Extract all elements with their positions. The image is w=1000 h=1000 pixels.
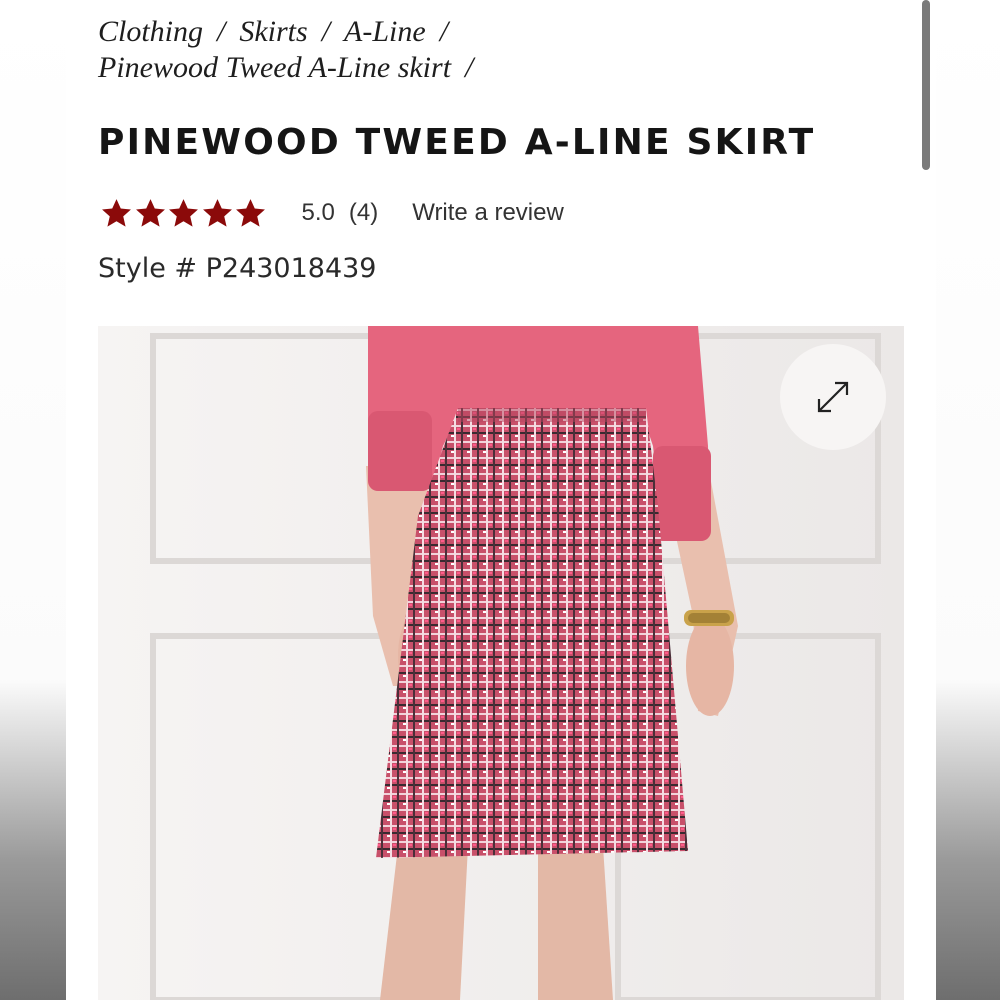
style-number: Style # P243018439: [98, 253, 377, 284]
breadcrumb-separator: /: [439, 15, 449, 48]
write-review-link[interactable]: Write a review: [412, 199, 564, 227]
star-icon: [169, 198, 198, 227]
star-icon: [102, 198, 131, 227]
breadcrumb-separator: /: [465, 51, 474, 84]
breadcrumb-line-1: Clothing / Skirts / A-Line /: [98, 14, 898, 50]
product-title: PINEWOOD TWEED A-LINE SKIRT: [98, 122, 816, 163]
expand-image-button[interactable]: [780, 344, 886, 450]
star-icon: [135, 198, 165, 227]
breadcrumb: Clothing / Skirts / A-Line / Pinewood Tweed A…: [98, 14, 898, 86]
product-image[interactable]: [98, 326, 904, 1000]
rating-value: 5.0: [301, 199, 335, 226]
breadcrumb-separator: /: [321, 15, 331, 48]
breadcrumb-separator: /: [217, 15, 226, 48]
breadcrumb-a-line[interactable]: A-Line: [344, 15, 426, 48]
product-photo-illustration: [98, 326, 904, 1000]
star-rating[interactable]: [100, 197, 268, 230]
scrollbar[interactable]: [922, 0, 930, 170]
star-icon: [236, 198, 265, 227]
expand-arrows-icon: [817, 381, 849, 413]
breadcrumb-skirts[interactable]: Skirts: [239, 15, 307, 48]
breadcrumb-current-product[interactable]: Pinewood Tweed A-Line skirt: [98, 51, 451, 84]
rating-row: 5.0 (4) Write a review: [100, 192, 564, 234]
review-count[interactable]: (4): [349, 199, 378, 227]
breadcrumb-clothing[interactable]: Clothing: [98, 15, 203, 48]
star-icon: [202, 198, 232, 227]
breadcrumb-line-2: Pinewood Tweed A-Line skirt /: [98, 50, 898, 86]
